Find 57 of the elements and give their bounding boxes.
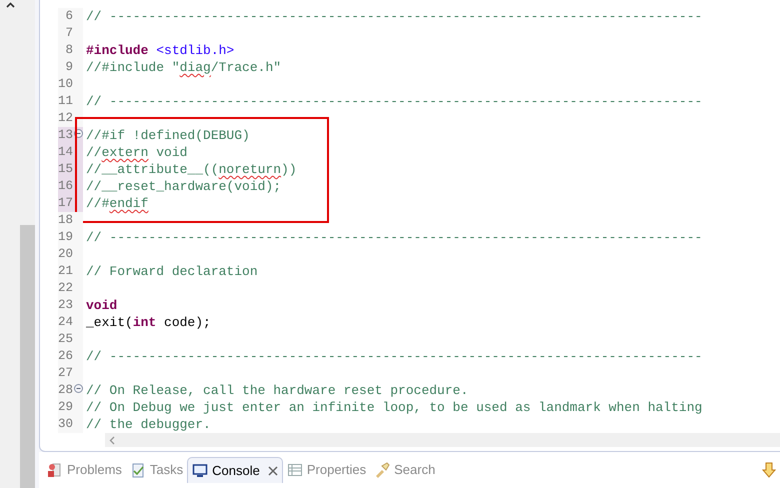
caret-up-icon[interactable]	[6, 2, 14, 8]
line-number: 25	[58, 331, 73, 348]
code-line: //__attribute__((noreturn))	[86, 160, 297, 179]
code-line: // On Debug we just enter an infinite loop, to be used as landmark when halting	[86, 398, 702, 417]
line-number: 14	[58, 144, 73, 162]
line-number: 15	[58, 161, 73, 178]
line-number: 16	[58, 178, 73, 196]
line-number: 29	[58, 399, 73, 416]
line-number: 6	[65, 8, 73, 26]
panel-tab[interactable]: Properties	[282, 457, 370, 483]
code-line: //__reset_hardware(void);	[86, 178, 282, 196]
table-icon	[286, 462, 303, 478]
panel-tab[interactable]: Console	[187, 457, 283, 483]
line-number: 20	[58, 246, 73, 264]
panel-tab[interactable]: Problems	[43, 457, 126, 483]
code-line: _exit(int code);	[86, 314, 211, 332]
scrollbar-thumb[interactable]	[20, 225, 35, 488]
code-line: //extern void	[86, 144, 188, 162]
flashlight-icon	[374, 462, 390, 478]
code-line: //#include "diag/Trace.h"	[86, 58, 282, 77]
line-number: 11	[58, 93, 73, 110]
code-line: // ----------------------------------------------------------------------------	[86, 348, 702, 366]
line-number: 26	[58, 348, 73, 366]
code-line: // ----------------------------------------------------------------------------	[86, 228, 702, 247]
code-line: // the debugger.	[86, 416, 211, 434]
code-line: // On Release, call the hardware reset procedure.	[86, 382, 468, 400]
close-icon[interactable]	[268, 466, 278, 476]
line-number: 28	[58, 382, 73, 400]
code-line: // Forward declaration	[86, 262, 258, 281]
line-number: 13	[58, 127, 73, 144]
line-number: 17	[58, 195, 73, 212]
collapse-icon[interactable]	[74, 384, 83, 393]
line-number: 19	[58, 229, 73, 246]
line-number: 23	[58, 297, 73, 314]
arrow-down-icon[interactable]	[762, 462, 776, 478]
line-number: 22	[58, 280, 73, 298]
line-number: 24	[58, 314, 73, 332]
code-line: #include <stdlib.h>	[86, 42, 234, 60]
line-number: 9	[65, 59, 73, 76]
code-line: // ----------------------------------------------------------------------------	[86, 8, 702, 26]
panel-tab[interactable]: Tasks	[126, 457, 188, 483]
line-number: 18	[58, 212, 73, 230]
monitor-icon	[192, 462, 208, 478]
code-line: //#if !defined(DEBUG)	[86, 126, 250, 145]
code-line: // ----------------------------------------------------------------------------	[86, 92, 702, 111]
warning-list-icon	[47, 462, 63, 478]
line-number: 8	[65, 42, 73, 60]
line-number: 10	[58, 76, 73, 94]
code-line: //#endif	[86, 194, 148, 213]
code-line: void	[86, 296, 118, 315]
line-number: 30	[58, 416, 73, 434]
line-number: 7	[65, 25, 73, 42]
line-number: 21	[58, 263, 73, 280]
line-number: 12	[58, 110, 73, 128]
clipboard-icon	[130, 462, 146, 478]
line-number: 27	[58, 365, 73, 382]
panel-tab[interactable]: Search	[370, 457, 440, 483]
